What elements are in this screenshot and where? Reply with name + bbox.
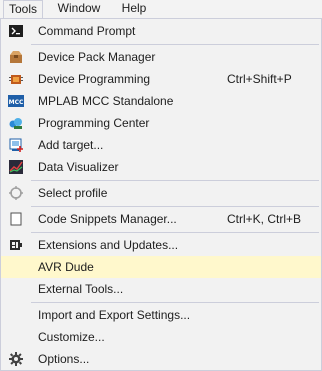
menu-item-extensions-and-updates[interactable]: Extensions and Updates... [1,234,321,256]
menu-item-device-programming[interactable]: Device Programming Ctrl+Shift+P [1,68,321,90]
add-target-icon [8,137,24,153]
menu-item-label: Device Programming [38,72,151,86]
data-visualizer-icon [8,159,24,175]
menu-item-label: AVR Dude [38,260,94,274]
menu-item-data-visualizer[interactable]: Data Visualizer [1,156,321,178]
menu-separator [31,206,319,207]
menu-item-label: Device Pack Manager [38,50,156,64]
menu-item-avr-dude[interactable]: AVR Dude [1,256,321,278]
device-pack-manager-icon [8,49,24,65]
menu-window[interactable]: Window [52,0,106,18]
menu-bar: Tools Window Help [0,0,322,19]
menu-item-label: MPLAB MCC Standalone [38,94,174,108]
menu-item-customize[interactable]: Customize... [1,326,321,348]
menu-item-code-snippets-manager[interactable]: Code Snippets Manager... Ctrl+K, Ctrl+B [1,208,321,230]
menu-item-add-target[interactable]: Add target... [1,134,321,156]
menu-separator [31,44,319,45]
menu-item-options[interactable]: Options... [1,348,321,370]
menu-separator [31,180,319,181]
menu-item-label: Data Visualizer [38,160,119,174]
menu-item-label: Options... [38,352,90,366]
menu-item-label: Import and Export Settings... [38,308,191,322]
menu-item-label: Extensions and Updates... [38,238,179,252]
menu-item-label: Customize... [38,330,105,344]
select-profile-icon [8,185,24,201]
mcc-icon: MCC [8,93,24,109]
code-snippets-icon [8,211,24,227]
extensions-icon [8,237,24,253]
gear-icon [8,351,24,367]
menu-item-external-tools[interactable]: External Tools... [1,278,321,300]
menu-item-label: External Tools... [38,282,124,296]
menu-item-shortcut: Ctrl+Shift+P [227,72,292,86]
menu-item-programming-center[interactable]: Programming Center [1,112,321,134]
menu-help[interactable]: Help [114,0,154,18]
menu-item-mcc-standalone[interactable]: MCC MPLAB MCC Standalone [1,90,321,112]
menu-item-command-prompt[interactable]: Command Prompt [1,20,321,42]
menu-item-select-profile[interactable]: Select profile [1,182,321,204]
menu-tools[interactable]: Tools [3,0,43,19]
programming-center-icon [8,115,24,131]
menu-item-label: Command Prompt [38,24,136,38]
tools-dropdown-menu: Command Prompt Device Pack Manager Devic… [0,18,322,371]
menu-item-label: Add target... [38,138,104,152]
menu-item-import-export-settings[interactable]: Import and Export Settings... [1,304,321,326]
svg-text:MCC: MCC [9,99,24,106]
device-programming-icon [8,71,24,87]
menu-separator [31,302,319,303]
command-prompt-icon [8,23,24,39]
menu-item-label: Select profile [38,186,108,200]
menu-separator [31,232,319,233]
menu-item-device-pack-manager[interactable]: Device Pack Manager [1,46,321,68]
menu-item-label: Programming Center [38,116,150,130]
menu-item-label: Code Snippets Manager... [38,212,177,226]
menu-item-shortcut: Ctrl+K, Ctrl+B [227,212,302,226]
